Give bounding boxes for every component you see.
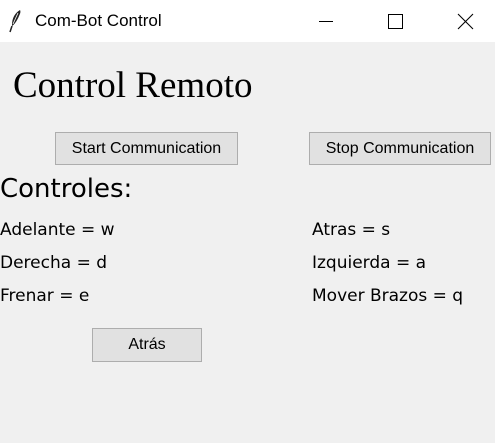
control-brake-label: Frenar = e	[0, 286, 90, 306]
maximize-button[interactable]	[373, 0, 419, 42]
close-icon	[457, 13, 474, 30]
window-title: Com-Bot Control	[35, 11, 162, 30]
controls-heading: Controles:	[0, 174, 133, 204]
title-bar[interactable]: Com-Bot Control	[0, 0, 495, 42]
control-back-label: Atras = s	[312, 220, 391, 240]
page-title: Control Remoto	[13, 65, 253, 106]
maximize-icon	[388, 14, 403, 29]
control-left-label: Izquierda = a	[312, 253, 427, 273]
start-communication-button[interactable]: Start Communication	[55, 132, 238, 165]
control-arms-label: Mover Brazos = q	[312, 286, 464, 306]
feather-icon	[9, 9, 23, 33]
back-button[interactable]: Atrás	[92, 328, 202, 362]
minimize-icon	[319, 21, 333, 22]
close-button[interactable]	[443, 0, 489, 42]
app-window: Com-Bot Control Control Remoto Start Com…	[0, 0, 495, 443]
control-forward-label: Adelante = w	[0, 220, 115, 240]
control-right-label: Derecha = d	[0, 253, 108, 273]
minimize-button[interactable]	[303, 0, 349, 42]
stop-communication-button[interactable]: Stop Communication	[309, 132, 491, 165]
